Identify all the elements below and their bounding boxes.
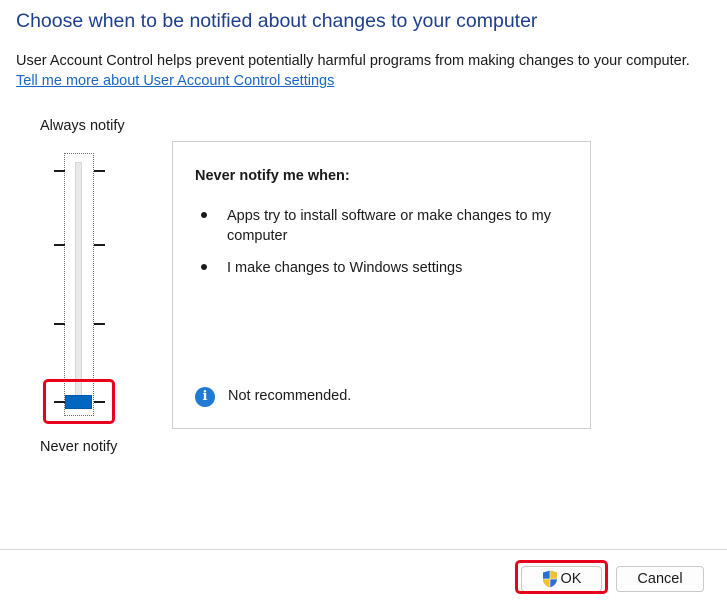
description-panel: Never notify me when: Apps try to instal…	[172, 141, 591, 429]
slider-tick-right	[94, 244, 105, 246]
slider-top-label: Always notify	[40, 118, 125, 134]
slider-tick-right	[94, 170, 105, 172]
list-item: I make changes to Windows settings	[201, 258, 567, 278]
panel-heading: Never notify me when:	[195, 168, 350, 184]
slider-tick-left	[54, 244, 65, 246]
bullet-text: Apps try to install software or make cha…	[227, 208, 551, 244]
cancel-button[interactable]: Cancel	[616, 566, 704, 592]
page-title: Choose when to be notified about changes…	[16, 10, 538, 32]
slider-highlight-box	[43, 379, 115, 424]
slider-track[interactable]	[75, 162, 82, 402]
slider-bottom-label: Never notify	[40, 439, 118, 455]
bullet-text: I make changes to Windows settings	[227, 260, 463, 276]
recommendation-note: Not recommended.	[228, 388, 352, 404]
uac-settings-link[interactable]: Tell me more about User Account Control …	[16, 73, 334, 89]
list-item: Apps try to install software or make cha…	[201, 206, 567, 246]
bullet-icon	[201, 212, 207, 218]
slider-tick-left	[54, 170, 65, 172]
ok-highlight-box	[515, 560, 608, 594]
slider-tick-right	[94, 323, 105, 325]
info-icon: i	[195, 387, 215, 407]
description-text: User Account Control helps prevent poten…	[16, 53, 690, 69]
slider-tick-left	[54, 323, 65, 325]
bullet-icon	[201, 264, 207, 270]
cancel-button-label: Cancel	[637, 571, 683, 587]
